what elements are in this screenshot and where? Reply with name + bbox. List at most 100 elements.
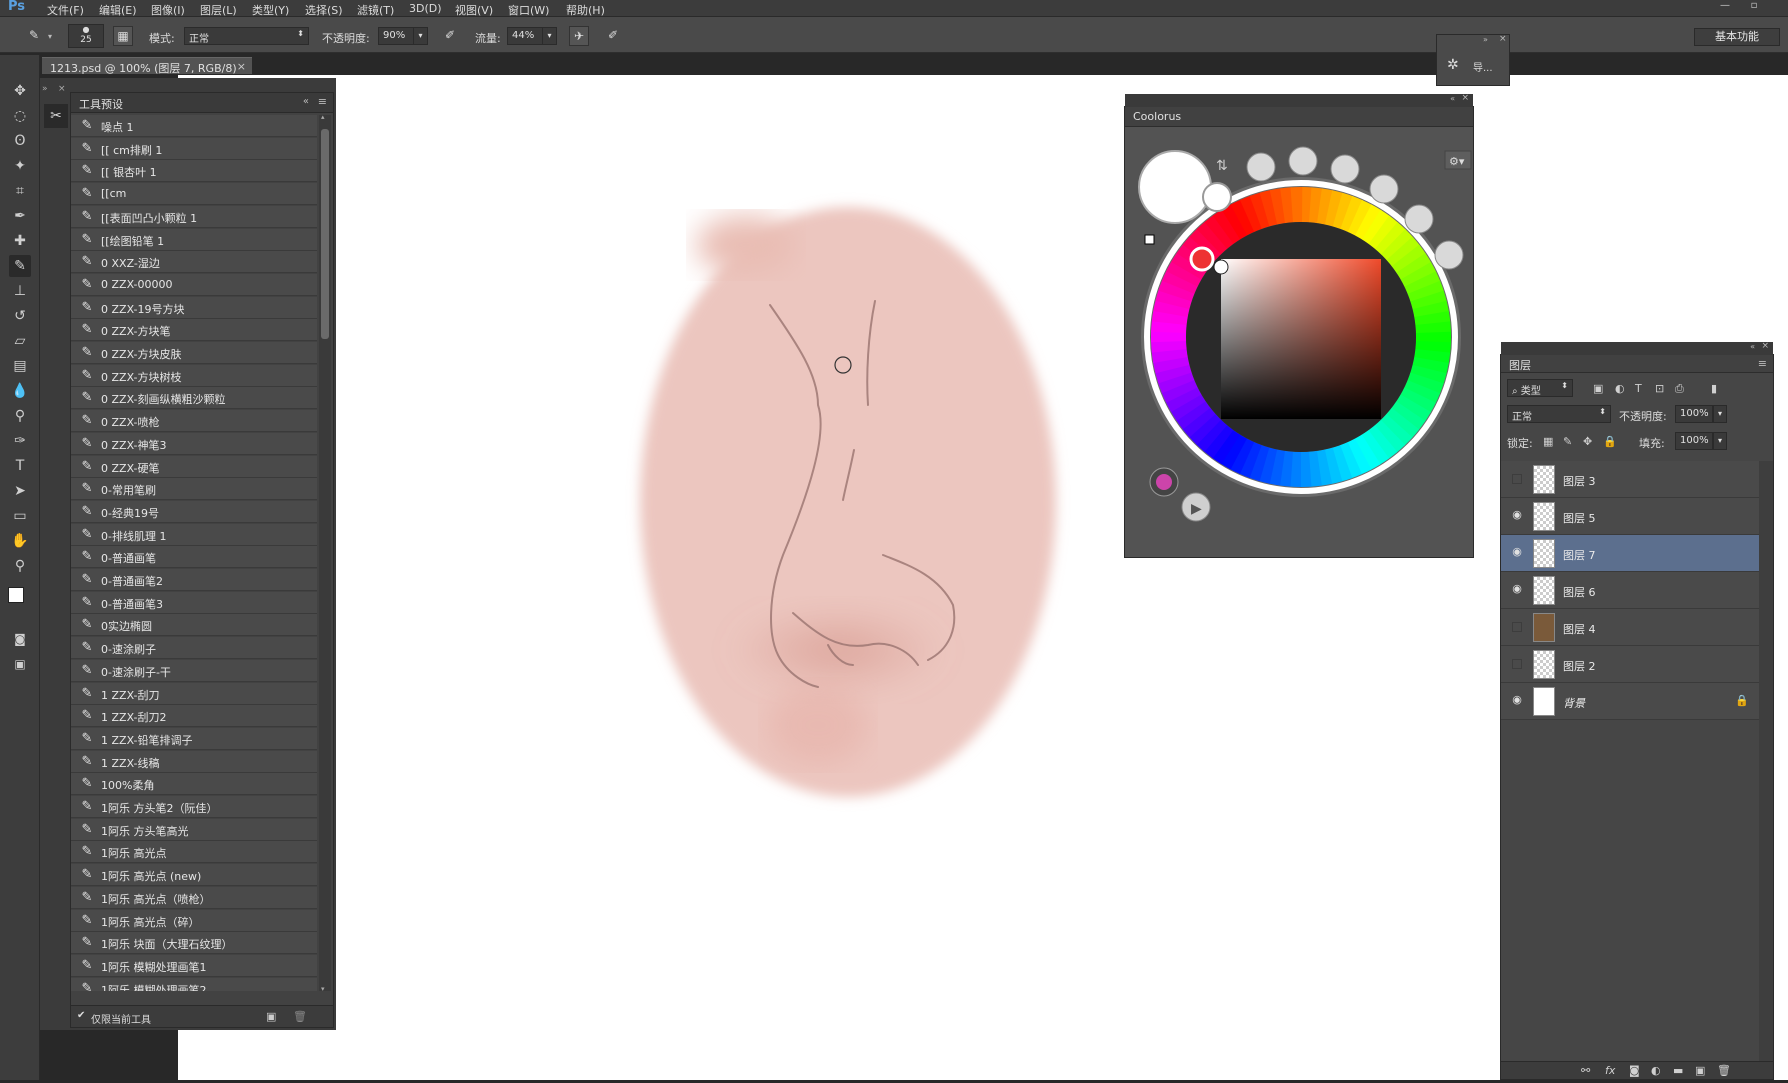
preset-item[interactable]: ✎ 1 ZZX-铅笔排调子 xyxy=(71,727,317,750)
preset-item[interactable]: ✎ 0 ZZX-刻画纵横粗沙颗粒 xyxy=(71,387,317,410)
preset-item[interactable]: ✎ 0-排线肌理 1 xyxy=(71,523,317,546)
filter-shape-icon[interactable]: ⊡ xyxy=(1655,382,1664,395)
fill-dropdown-icon[interactable]: ▾ xyxy=(1713,432,1727,450)
opacity-input[interactable]: 90% xyxy=(378,27,414,45)
collapse-icon[interactable]: » xyxy=(42,84,48,94)
menu-window[interactable]: 窗口(W) xyxy=(508,2,549,18)
brush-size-picker[interactable]: ● 25 xyxy=(68,24,104,48)
pen-tool-icon[interactable]: ✑ xyxy=(9,430,31,452)
pressure-opacity-icon[interactable]: ✐ xyxy=(440,26,460,46)
presets-scrollbar[interactable]: ▴ ▾ xyxy=(319,113,331,993)
pressure-size-icon[interactable]: ✐ xyxy=(603,26,623,46)
preset-item[interactable]: ✎ 0-普通画笔2 xyxy=(71,569,317,591)
adjustment-layer-icon[interactable]: ◐ xyxy=(1651,1064,1661,1077)
lock-pixels-icon[interactable]: ✎ xyxy=(1563,435,1572,448)
filter-adjustment-icon[interactable]: ◐ xyxy=(1615,382,1625,395)
eraser-tool-icon[interactable]: ▱ xyxy=(9,330,31,352)
path-selection-tool-icon[interactable]: ➤ xyxy=(9,480,31,502)
menu-help[interactable]: 帮助(H) xyxy=(566,2,605,18)
scroll-up-icon[interactable]: ▴ xyxy=(321,113,325,121)
menu-image[interactable]: 图像(I) xyxy=(151,2,185,18)
preset-item[interactable]: ✎ 0 ZZX-神笔3 xyxy=(71,432,317,455)
menu-select[interactable]: 选择(S) xyxy=(305,2,343,18)
navigator-icon[interactable]: ✲ xyxy=(1447,57,1459,73)
menu-filter[interactable]: 滤镜(T) xyxy=(357,2,394,18)
collapse-icon[interactable]: « xyxy=(1750,342,1755,351)
panel-menu-icon[interactable]: ≡ xyxy=(1758,357,1767,370)
menu-layer[interactable]: 图层(L) xyxy=(200,2,237,18)
visibility-eye-icon[interactable]: ◉ xyxy=(1509,582,1525,598)
crop-tool-icon[interactable]: ⌗ xyxy=(9,180,31,202)
preset-item[interactable]: ✎ 0-普通画笔 xyxy=(71,546,317,569)
close-icon[interactable]: × xyxy=(1499,34,1507,44)
panel-menu-icon[interactable]: ≡ xyxy=(318,95,327,108)
clone-stamp-tool-icon[interactable]: ⊥ xyxy=(9,280,31,302)
filter-type-icon[interactable]: T xyxy=(1635,382,1642,395)
preset-item[interactable]: ✎ 0 ZZX-方块树枝 xyxy=(71,364,317,387)
blur-tool-icon[interactable]: 💧 xyxy=(9,380,31,402)
preset-item[interactable]: ✎ 1阿乐 高光点（喷枪） xyxy=(71,886,317,909)
flow-input[interactable]: 44% xyxy=(507,27,543,45)
swap-colors-icon[interactable]: ⇅ xyxy=(1216,158,1228,174)
delete-preset-icon[interactable]: 🗑 xyxy=(293,1010,307,1023)
history-brush-tool-icon[interactable]: ↺ xyxy=(9,305,31,327)
color-wheel[interactable]: ⇅ ▶ ⚙▾ xyxy=(1125,127,1473,557)
fx-icon[interactable]: fx xyxy=(1605,1064,1615,1077)
hue-marker[interactable] xyxy=(1189,246,1215,272)
gradient-tool-icon[interactable]: ▤ xyxy=(9,355,31,377)
lock-transparent-icon[interactable]: ▦ xyxy=(1543,435,1553,448)
close-icon[interactable]: × xyxy=(1461,93,1469,103)
menu-file[interactable]: 文件(F) xyxy=(47,2,84,18)
collapse-icon[interactable]: » xyxy=(1483,35,1488,44)
presets-scroll-thumb[interactable] xyxy=(321,129,329,339)
layer-name[interactable]: 图层 4 xyxy=(1563,621,1596,637)
menu-3d[interactable]: 3D(D) xyxy=(409,2,442,15)
layer-name[interactable]: 图层 3 xyxy=(1563,473,1596,489)
preset-item[interactable]: ✎ 1阿乐 高光点 (new) xyxy=(71,864,317,887)
hand-tool-icon[interactable]: ✋ xyxy=(9,530,31,552)
lock-all-icon[interactable]: 🔒 xyxy=(1603,435,1617,448)
preset-item[interactable]: ✎ 1 ZZX-刮刀2 xyxy=(71,705,317,728)
preset-item[interactable]: ✎ [[ 银杏叶 1 xyxy=(71,160,317,183)
layer-opacity-input[interactable]: 100% xyxy=(1675,405,1713,423)
preset-item[interactable]: ✎ 1阿乐 模糊处理画笔1 xyxy=(71,954,317,977)
lock-position-icon[interactable]: ✥ xyxy=(1583,435,1592,448)
preset-item[interactable]: ✎ 0 ZZX-硬笔 xyxy=(71,455,317,478)
layer-row[interactable]: ◉ 图层 5 xyxy=(1501,498,1759,535)
preset-item[interactable]: ✎ 0 ZZX-方块笔 xyxy=(71,319,317,342)
menu-type[interactable]: 类型(Y) xyxy=(252,2,289,18)
collapse-panel-icon[interactable]: « xyxy=(303,96,309,107)
dodge-tool-icon[interactable]: ⚲ xyxy=(9,405,31,427)
brush-tool-preset-icon[interactable]: ✎ xyxy=(24,26,44,46)
blend-mode-select[interactable]: 正常 ⬍ xyxy=(1507,405,1611,423)
layer-row[interactable]: ◉ 图层 7 xyxy=(1501,535,1759,572)
layer-row[interactable]: ◉ 图层 6 xyxy=(1501,572,1759,609)
preset-item[interactable]: ✎ 1 ZZX-刮刀 xyxy=(71,682,317,705)
eyedropper-tool-icon[interactable]: ✒ xyxy=(9,205,31,227)
foreground-color-swatch[interactable] xyxy=(8,587,24,603)
preset-item[interactable]: ✎ 0 ZZX-喷枪 xyxy=(71,410,317,433)
layer-name[interactable]: 图层 5 xyxy=(1563,510,1596,526)
preset-item[interactable]: ✎ 噪点 1 xyxy=(71,115,317,137)
preset-item[interactable]: ✎ 1 ZZX-线稿 xyxy=(71,750,317,773)
preset-item[interactable]: ✎ 1阿乐 方头笔高光 xyxy=(71,818,317,841)
preset-item[interactable]: ✎ 0 ZZX-00000 xyxy=(71,273,317,296)
menu-edit[interactable]: 编辑(E) xyxy=(99,2,137,18)
preset-item[interactable]: ✎ 1阿乐 高光点（碎） xyxy=(71,909,317,932)
close-icon[interactable]: × xyxy=(58,84,66,94)
preset-item[interactable]: ✎ 100%柔角 xyxy=(71,773,317,796)
layers-scrollbar[interactable] xyxy=(1759,461,1773,1061)
quick-mask-icon[interactable]: ◙ xyxy=(9,628,31,650)
current-tool-only-checkbox[interactable]: ✔ xyxy=(77,1010,85,1021)
filter-toggle-icon[interactable]: ▮ xyxy=(1711,382,1717,395)
maximize-icon[interactable]: ▫ xyxy=(1745,0,1763,12)
add-mask-icon[interactable]: ◙ xyxy=(1629,1064,1640,1077)
visibility-eye-icon[interactable]: ◉ xyxy=(1509,545,1525,561)
new-preset-icon[interactable]: ▣ xyxy=(266,1010,276,1023)
zoom-tool-icon[interactable]: ⚲ xyxy=(9,555,31,577)
layer-row[interactable]: 图层 3 xyxy=(1501,461,1759,498)
filter-pixel-icon[interactable]: ▣ xyxy=(1593,382,1603,395)
close-icon[interactable]: × xyxy=(1761,341,1769,351)
visibility-eye-icon[interactable] xyxy=(1512,659,1522,669)
healing-brush-tool-icon[interactable]: ✚ xyxy=(9,230,31,252)
